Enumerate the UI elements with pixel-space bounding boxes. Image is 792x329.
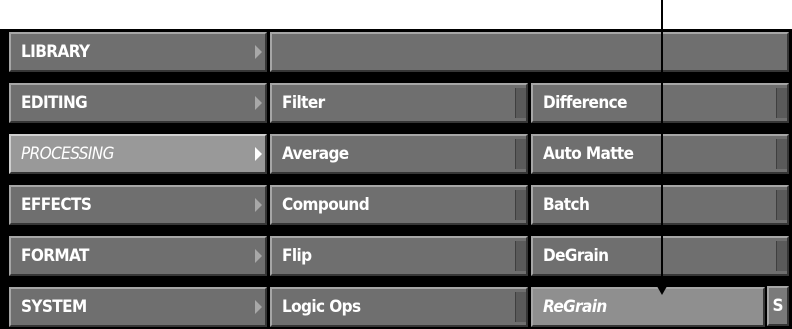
- arrow-right-icon: [255, 147, 262, 161]
- menu-item-difference[interactable]: Difference: [531, 83, 789, 123]
- category-label: LIBRARY: [21, 42, 90, 62]
- item-tab: [515, 241, 526, 271]
- s-button[interactable]: S: [767, 286, 789, 326]
- item-tab: [776, 88, 787, 118]
- item-tab: [515, 139, 526, 169]
- menu-item-label: Filter: [282, 93, 325, 113]
- item-tab: [515, 190, 526, 220]
- category-label: SYSTEM: [21, 297, 87, 317]
- category-label: EFFECTS: [21, 195, 92, 215]
- category-format[interactable]: FORMAT: [9, 236, 267, 276]
- menu-item-compound[interactable]: Compound: [270, 185, 528, 225]
- menu-item-label: Flip: [282, 246, 312, 266]
- arrow-right-icon: [255, 96, 262, 110]
- item-tab: [515, 292, 526, 322]
- arrow-right-icon: [255, 249, 262, 263]
- category-library[interactable]: LIBRARY: [9, 32, 267, 72]
- menu-item-label: Batch: [543, 195, 590, 215]
- menu-item-batch[interactable]: Batch: [531, 185, 789, 225]
- item-tab: [776, 241, 787, 271]
- menu-item-auto-matte[interactable]: Auto Matte: [531, 134, 789, 174]
- callout-arrowhead-icon: [654, 281, 670, 295]
- menu-item-label: DeGrain: [543, 246, 609, 266]
- category-system[interactable]: SYSTEM: [9, 287, 267, 327]
- menu-item-degrain[interactable]: DeGrain: [531, 236, 789, 276]
- callout-pointer-line: [661, 0, 663, 285]
- menu-panel: [0, 29, 792, 329]
- empty-header-bar: [270, 32, 789, 72]
- menu-item-label: ReGrain: [543, 297, 607, 317]
- menu-item-regrain[interactable]: ReGrain: [531, 287, 765, 327]
- category-processing[interactable]: PROCESSING: [9, 134, 267, 174]
- category-label: FORMAT: [21, 246, 89, 266]
- menu-item-label: Logic Ops: [282, 297, 361, 317]
- menu-item-label: Difference: [543, 93, 627, 113]
- menu-item-filter[interactable]: Filter: [270, 83, 528, 123]
- arrow-right-icon: [255, 198, 262, 212]
- menu-item-label: Average: [282, 144, 349, 164]
- menu-item-label: Auto Matte: [543, 144, 634, 164]
- arrow-right-icon: [255, 45, 262, 59]
- menu-item-label: Compound: [282, 195, 370, 215]
- category-label: PROCESSING: [21, 144, 114, 164]
- menu-item-logic-ops[interactable]: Logic Ops: [270, 287, 528, 327]
- menu-item-flip[interactable]: Flip: [270, 236, 528, 276]
- item-tab: [776, 190, 787, 220]
- category-effects[interactable]: EFFECTS: [9, 185, 267, 225]
- category-label: EDITING: [21, 93, 88, 113]
- category-editing[interactable]: EDITING: [9, 83, 267, 123]
- arrow-right-icon: [255, 300, 262, 314]
- item-tab: [776, 139, 787, 169]
- menu-item-average[interactable]: Average: [270, 134, 528, 174]
- item-tab: [515, 88, 526, 118]
